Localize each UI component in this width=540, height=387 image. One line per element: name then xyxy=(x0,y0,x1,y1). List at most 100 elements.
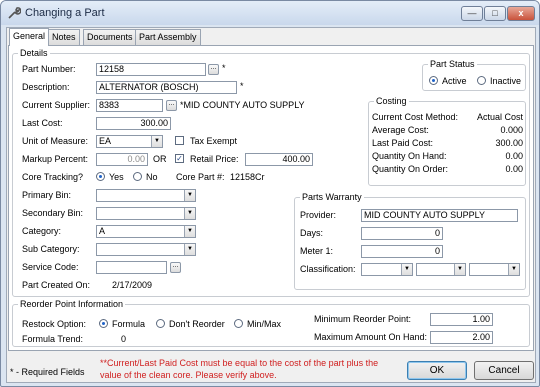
title-bar[interactable]: Changing a Part — □ x xyxy=(1,1,539,25)
markup-percent-field[interactable]: 0.00 xyxy=(96,153,148,166)
formula-trend-value: 0 xyxy=(121,334,127,344)
meter-field[interactable]: 0 xyxy=(361,245,443,258)
primary-bin-label: Primary Bin: xyxy=(22,190,72,200)
service-code-lookup-button[interactable]: ... xyxy=(170,262,181,273)
chevron-down-icon: ▼ xyxy=(184,190,195,201)
supplier-lookup-button[interactable]: ... xyxy=(166,100,177,111)
dialog-client: General Notes Documents Part Assembly De… xyxy=(6,27,536,383)
last-cost-field[interactable]: 300.00 xyxy=(96,117,171,130)
unit-of-measure-value: EA xyxy=(99,136,112,146)
part-created-label: Part Created On: xyxy=(22,280,91,290)
restock-minmax-radio[interactable] xyxy=(234,319,243,328)
tax-exempt-checkbox[interactable] xyxy=(175,136,184,145)
unit-of-measure-dropdown[interactable]: EA ▼ xyxy=(96,135,163,148)
provider-label: Provider: xyxy=(300,210,337,220)
reorder-group-label: Reorder Point Information xyxy=(18,299,126,309)
core-no-label: No xyxy=(146,172,158,182)
retail-price-field[interactable]: 400.00 xyxy=(245,153,313,166)
details-group-label: Details xyxy=(18,48,50,58)
core-no-radio[interactable] xyxy=(133,172,142,181)
classification-dropdown-1[interactable]: ▼ xyxy=(361,263,413,276)
category-dropdown[interactable]: A ▼ xyxy=(96,225,196,238)
dialog-window: Changing a Part — □ x General Notes Docu… xyxy=(0,0,540,387)
part-number-lookup-button[interactable]: ... xyxy=(208,64,219,75)
minimize-button[interactable]: — xyxy=(461,6,483,21)
service-code-field[interactable] xyxy=(96,261,167,274)
qty-on-order-label: Quantity On Order: xyxy=(372,164,449,174)
required-fields-note: * - Required Fields xyxy=(10,367,85,377)
core-yes-label: Yes xyxy=(109,172,124,182)
category-value: A xyxy=(99,226,106,236)
tab-documents[interactable]: Documents xyxy=(83,29,137,45)
meter-label: Meter 1: xyxy=(300,246,334,256)
retail-price-checkbox[interactable]: ✓ xyxy=(175,154,184,163)
sub-category-dropdown[interactable]: ▼ xyxy=(96,243,196,256)
chevron-down-icon: ▼ xyxy=(401,264,412,275)
status-active-label: Active xyxy=(442,76,467,86)
cancel-button[interactable]: Cancel xyxy=(474,361,534,380)
secondary-bin-dropdown[interactable]: ▼ xyxy=(96,207,196,220)
restock-dont-reorder-radio[interactable] xyxy=(156,319,165,328)
supplier-field[interactable]: 8383 xyxy=(96,99,163,112)
cost-warning-line-1: **Current/Last Paid Cost must be equal t… xyxy=(100,358,379,368)
tab-notes[interactable]: Notes xyxy=(48,29,80,45)
classification-dropdown-3[interactable]: ▼ xyxy=(469,263,520,276)
part-status-group-label: Part Status xyxy=(428,59,477,69)
last-paid-cost-label: Last Paid Cost: xyxy=(372,138,434,148)
secondary-bin-label: Secondary Bin: xyxy=(22,208,84,218)
restock-formula-label: Formula xyxy=(112,319,146,329)
tax-exempt-label: Tax Exempt xyxy=(190,136,238,146)
min-reorder-point-label: Minimum Reorder Point: xyxy=(314,314,412,324)
max-on-hand-field[interactable]: 2.00 xyxy=(430,331,493,344)
qty-on-order-value: 0.00 xyxy=(505,164,523,174)
days-field[interactable]: 0 xyxy=(361,227,443,240)
or-label: OR xyxy=(153,154,167,164)
formula-trend-label: Formula Trend: xyxy=(22,334,84,344)
current-supplier-label: Current Supplier: xyxy=(22,100,91,110)
required-star: * xyxy=(222,63,226,73)
provider-field[interactable]: MID COUNTY AUTO SUPPLY xyxy=(361,209,518,222)
close-button[interactable]: x xyxy=(507,6,535,21)
part-created-value: 2/17/2009 xyxy=(112,280,153,290)
costing-group-label: Costing xyxy=(374,96,409,106)
description-field[interactable]: ALTERNATOR (BOSCH) xyxy=(96,81,237,94)
classification-dropdown-2[interactable]: ▼ xyxy=(416,263,466,276)
general-tab-panel: Details Part Number: 12158 ... * Descrip… xyxy=(8,45,534,351)
core-yes-radio[interactable] xyxy=(96,172,105,181)
chevron-down-icon: ▼ xyxy=(151,136,162,147)
unit-of-measure-label: Unit of Measure: xyxy=(22,136,89,146)
restock-minmax-label: Min/Max xyxy=(247,319,282,329)
maximize-button[interactable]: □ xyxy=(484,6,506,21)
required-star: * xyxy=(240,81,244,91)
restock-dont-reorder-label: Don't Reorder xyxy=(169,319,225,329)
part-number-label: Part Number: xyxy=(22,64,76,74)
category-label: Category: xyxy=(22,226,62,236)
chevron-down-icon: ▼ xyxy=(184,244,195,255)
ok-button[interactable]: OK xyxy=(407,361,467,380)
max-on-hand-label: Maximum Amount On Hand: xyxy=(314,332,428,342)
status-active-radio[interactable] xyxy=(429,76,438,85)
chevron-down-icon: ▼ xyxy=(184,208,195,219)
last-paid-cost-value: 300.00 xyxy=(495,138,523,148)
chevron-down-icon: ▼ xyxy=(454,264,465,275)
tab-part-assembly[interactable]: Part Assembly xyxy=(135,29,201,45)
core-tracking-label: Core Tracking? xyxy=(22,172,84,182)
qty-on-hand-value: 0.00 xyxy=(505,151,523,161)
tab-general[interactable]: General xyxy=(9,28,50,46)
cost-method-label: Current Cost Method: xyxy=(372,112,459,122)
markup-percent-label: Markup Percent: xyxy=(22,154,89,164)
parts-warranty-group-label: Parts Warranty xyxy=(300,192,364,202)
sub-category-label: Sub Category: xyxy=(22,244,80,254)
status-inactive-radio[interactable] xyxy=(477,76,486,85)
primary-bin-dropdown[interactable]: ▼ xyxy=(96,189,196,202)
cost-warning-line-2: value of the clean core. Please verify a… xyxy=(100,370,277,380)
average-cost-value: 0.000 xyxy=(500,125,523,135)
restock-formula-radio[interactable] xyxy=(99,319,108,328)
last-cost-label: Last Cost: xyxy=(22,118,63,128)
part-number-field[interactable]: 12158 xyxy=(96,63,206,76)
core-part-value: 12158Cr xyxy=(230,172,265,182)
classification-label: Classification: xyxy=(300,264,356,274)
min-reorder-point-field[interactable]: 1.00 xyxy=(430,313,493,326)
description-label: Description: xyxy=(22,82,70,92)
window-title: Changing a Part xyxy=(25,7,105,19)
